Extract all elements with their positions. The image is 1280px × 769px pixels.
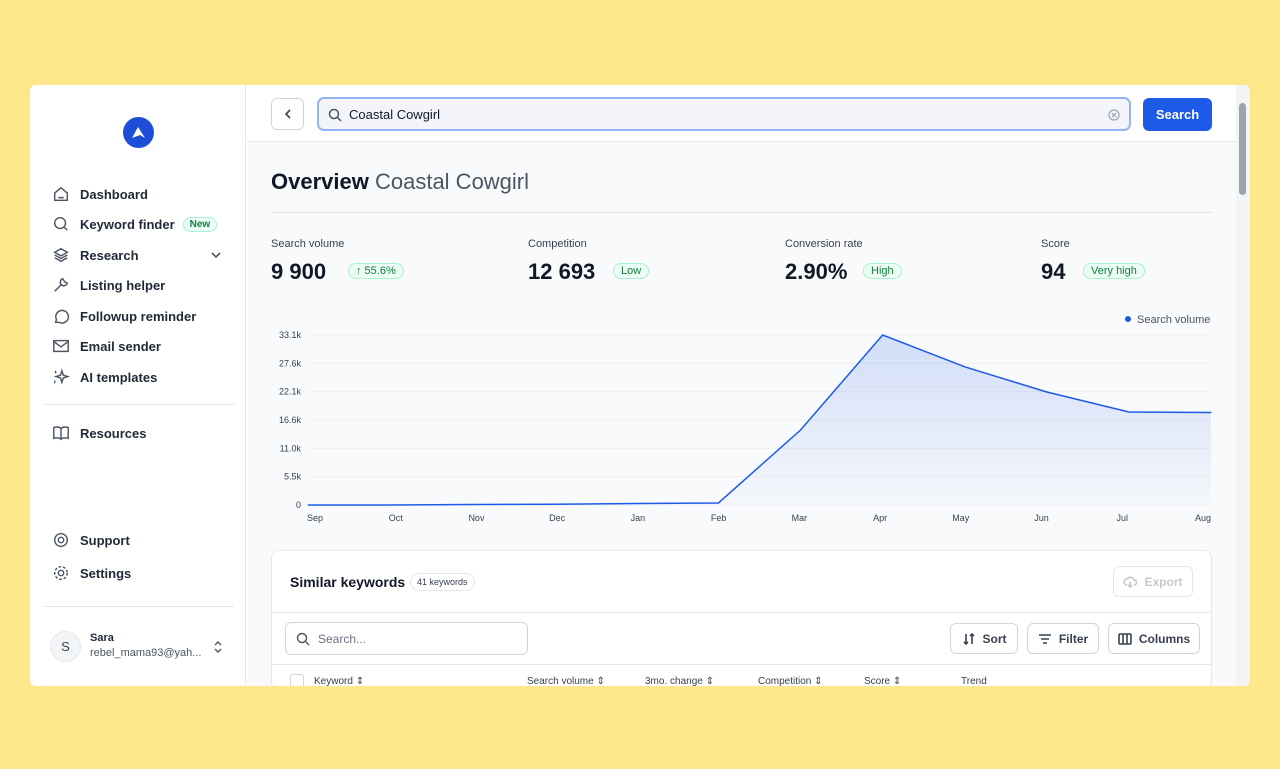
y-tick-label: 0: [296, 500, 301, 510]
x-tick-label: Sep: [307, 513, 323, 523]
y-tick-label: 11.0k: [280, 443, 302, 453]
data-point: [1128, 411, 1130, 413]
x-tick-label: Aug: [1195, 513, 1211, 523]
x-tick-label: Apr: [873, 513, 887, 523]
export-button[interactable]: Export: [1113, 566, 1193, 597]
y-tick-label: 27.6k: [279, 358, 302, 368]
data-point: [964, 366, 966, 368]
x-tick-label: Jan: [631, 513, 646, 523]
columns-label: Columns: [1138, 631, 1191, 646]
y-tick-label: 16.6k: [279, 415, 302, 425]
filter-button[interactable]: Filter: [1027, 623, 1099, 654]
data-point: [635, 502, 637, 504]
x-tick-label: Nov: [468, 513, 485, 523]
data-point: [717, 502, 719, 504]
search-placeholder: Search...: [318, 632, 367, 646]
page-background: [0, 686, 1280, 769]
export-label: Export: [1144, 574, 1183, 589]
y-tick-label: 33.1k: [279, 330, 302, 340]
data-point: [389, 504, 391, 506]
x-tick-label: Jun: [1034, 513, 1049, 523]
x-tick-label: Oct: [389, 513, 404, 523]
data-point: [553, 503, 555, 505]
divider: [272, 664, 1211, 665]
x-tick-label: Mar: [792, 513, 808, 523]
filter-icon: [1038, 633, 1051, 644]
search-icon: [296, 632, 310, 646]
data-point: [800, 429, 802, 431]
section-title: Similar keywords: [290, 574, 406, 590]
legend-label: Search volume: [1137, 314, 1210, 326]
data-point: [1210, 412, 1212, 414]
y-tick-label: 5.5k: [284, 472, 302, 482]
keyword-search-input[interactable]: Search...: [285, 622, 528, 655]
similar-keywords-card: Similar keywords 41 keywords Export Sear…: [271, 550, 1212, 690]
columns-button[interactable]: Columns: [1108, 623, 1200, 654]
data-point: [1046, 391, 1048, 393]
x-tick-label: May: [952, 513, 970, 523]
x-tick-label: Jul: [1117, 513, 1129, 523]
y-tick-label: 22.1k: [279, 387, 302, 397]
x-tick-label: Feb: [711, 513, 727, 523]
sort-button[interactable]: Sort: [950, 623, 1018, 654]
filter-label: Filter: [1058, 631, 1089, 646]
x-tick-label: Dec: [549, 513, 566, 523]
divider: [272, 612, 1211, 613]
sort-icon: [962, 632, 975, 645]
cloud-download-icon: [1123, 576, 1138, 588]
legend-marker: [1125, 316, 1131, 322]
data-point: [882, 334, 884, 336]
data-point: [471, 503, 473, 505]
data-point: [307, 504, 309, 506]
sort-label: Sort: [982, 631, 1007, 646]
columns-icon: [1118, 632, 1132, 645]
keyword-count-badge: 41 keywords: [410, 573, 475, 591]
